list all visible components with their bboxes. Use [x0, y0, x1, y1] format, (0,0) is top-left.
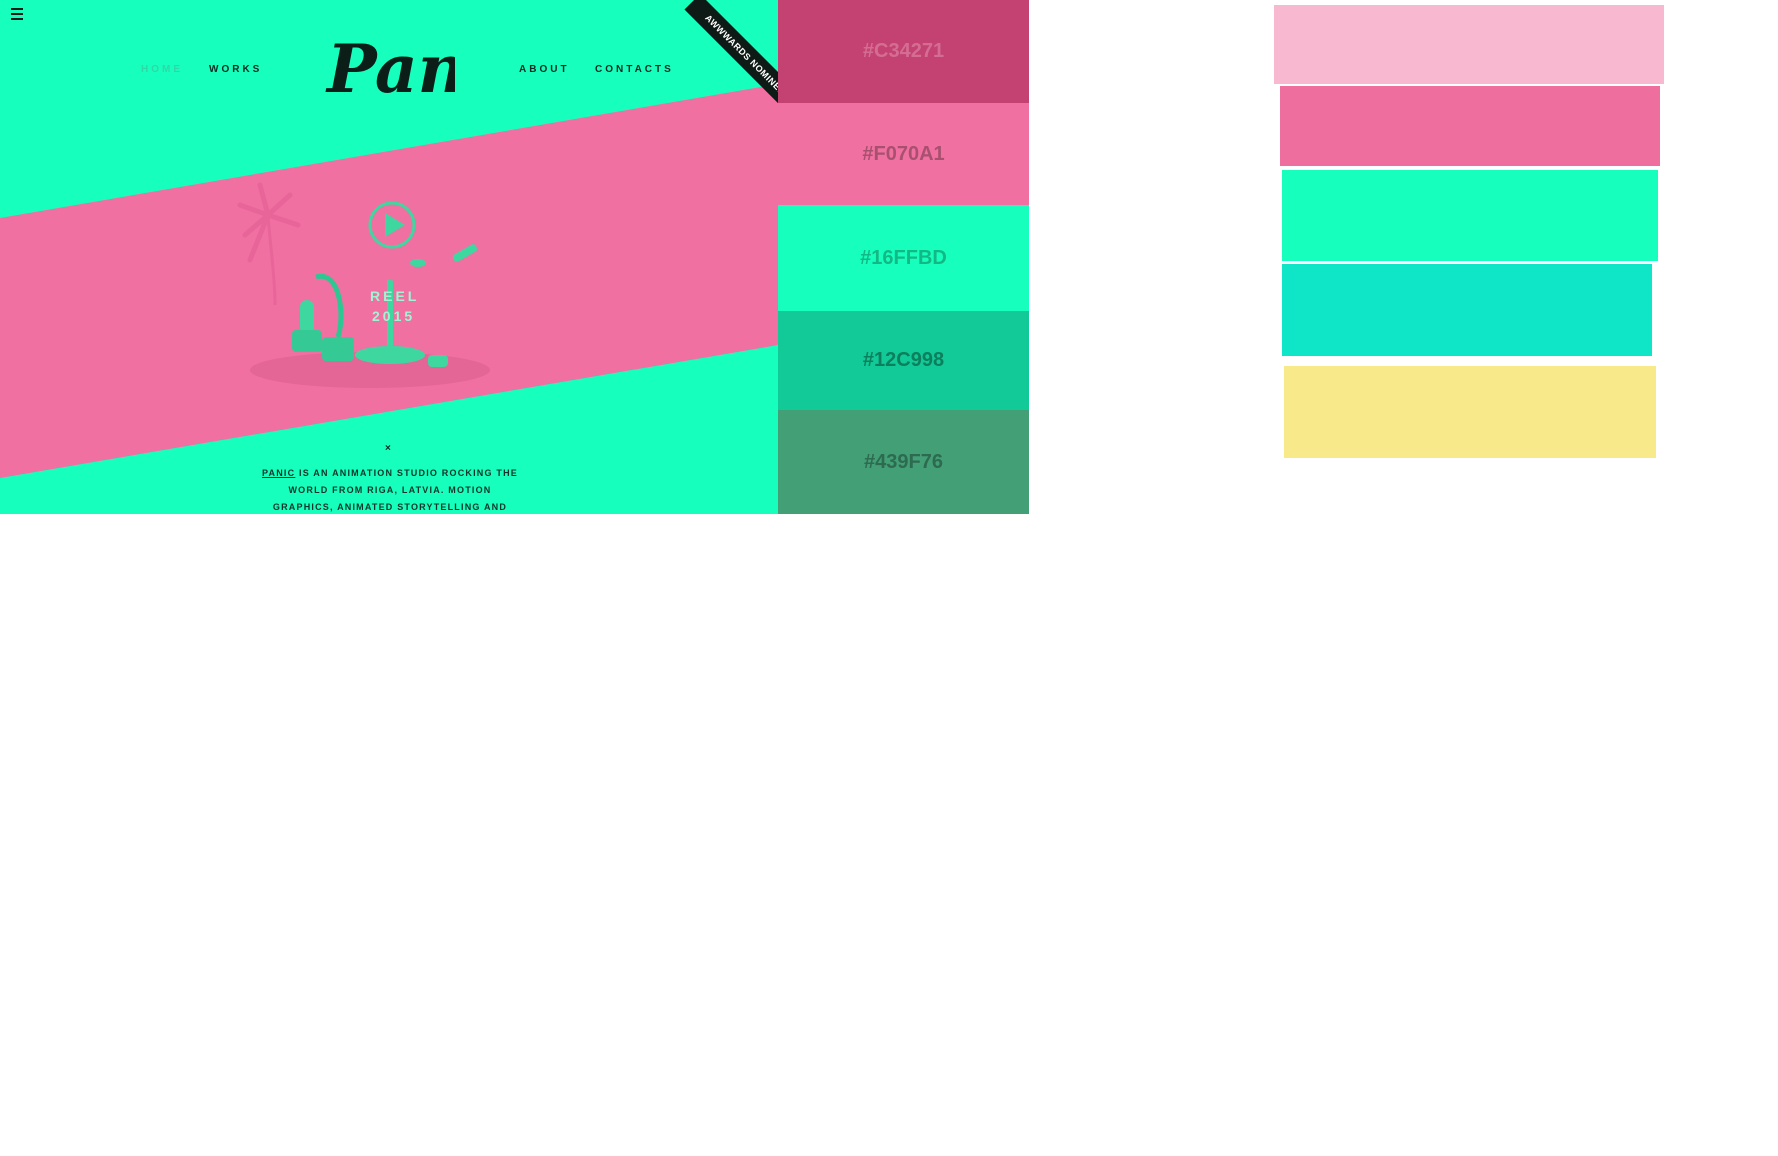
- palm-tree-icon: [237, 182, 301, 306]
- about-paragraph: PANIC IS AN ANIMATION STUDIO ROCKING THE…: [260, 465, 520, 514]
- swatch-hex-label: #439F76: [778, 410, 1029, 514]
- swatch-hex-label: #C34271: [778, 0, 1029, 103]
- palette-block-turquoise: [1282, 264, 1652, 356]
- palette-block-light-pink: [1274, 5, 1664, 84]
- reel-year: 2015: [372, 308, 415, 324]
- swatch-hex-label: #12C998: [778, 311, 1029, 410]
- hero-illustration[interactable]: REEL 2015: [230, 165, 510, 395]
- palette-block-pink: [1280, 86, 1660, 166]
- nav-home[interactable]: HOME: [141, 64, 183, 75]
- swatch-hex-label: #F070A1: [778, 103, 1029, 205]
- color-swatch-column: #C34271 #F070A1 #16FFBD #12C998 #439F76: [778, 0, 1029, 514]
- logo-text: Panic: [325, 30, 455, 108]
- brand-link[interactable]: PANIC: [262, 468, 295, 478]
- website-screenshot: HOME WORKS ABOUT CONTACTS Panic AWWWARDS…: [0, 0, 778, 514]
- reel-label: REEL: [370, 288, 419, 304]
- cactus-icon: [292, 273, 354, 361]
- nav-about[interactable]: ABOUT: [519, 64, 570, 75]
- swatch-hex-label: #16FFBD: [778, 205, 1029, 311]
- nav-works[interactable]: WORKS: [209, 64, 262, 75]
- close-icon[interactable]: ×: [385, 443, 391, 454]
- nav-contacts[interactable]: CONTACTS: [595, 64, 674, 75]
- palette-block-mint: [1282, 170, 1658, 261]
- panic-logo[interactable]: Panic: [325, 24, 455, 114]
- palette-block-yellow: [1284, 366, 1656, 458]
- hamburger-menu-icon[interactable]: [11, 8, 23, 20]
- about-text-body: IS AN ANIMATION STUDIO ROCKING THE WORLD…: [272, 468, 518, 512]
